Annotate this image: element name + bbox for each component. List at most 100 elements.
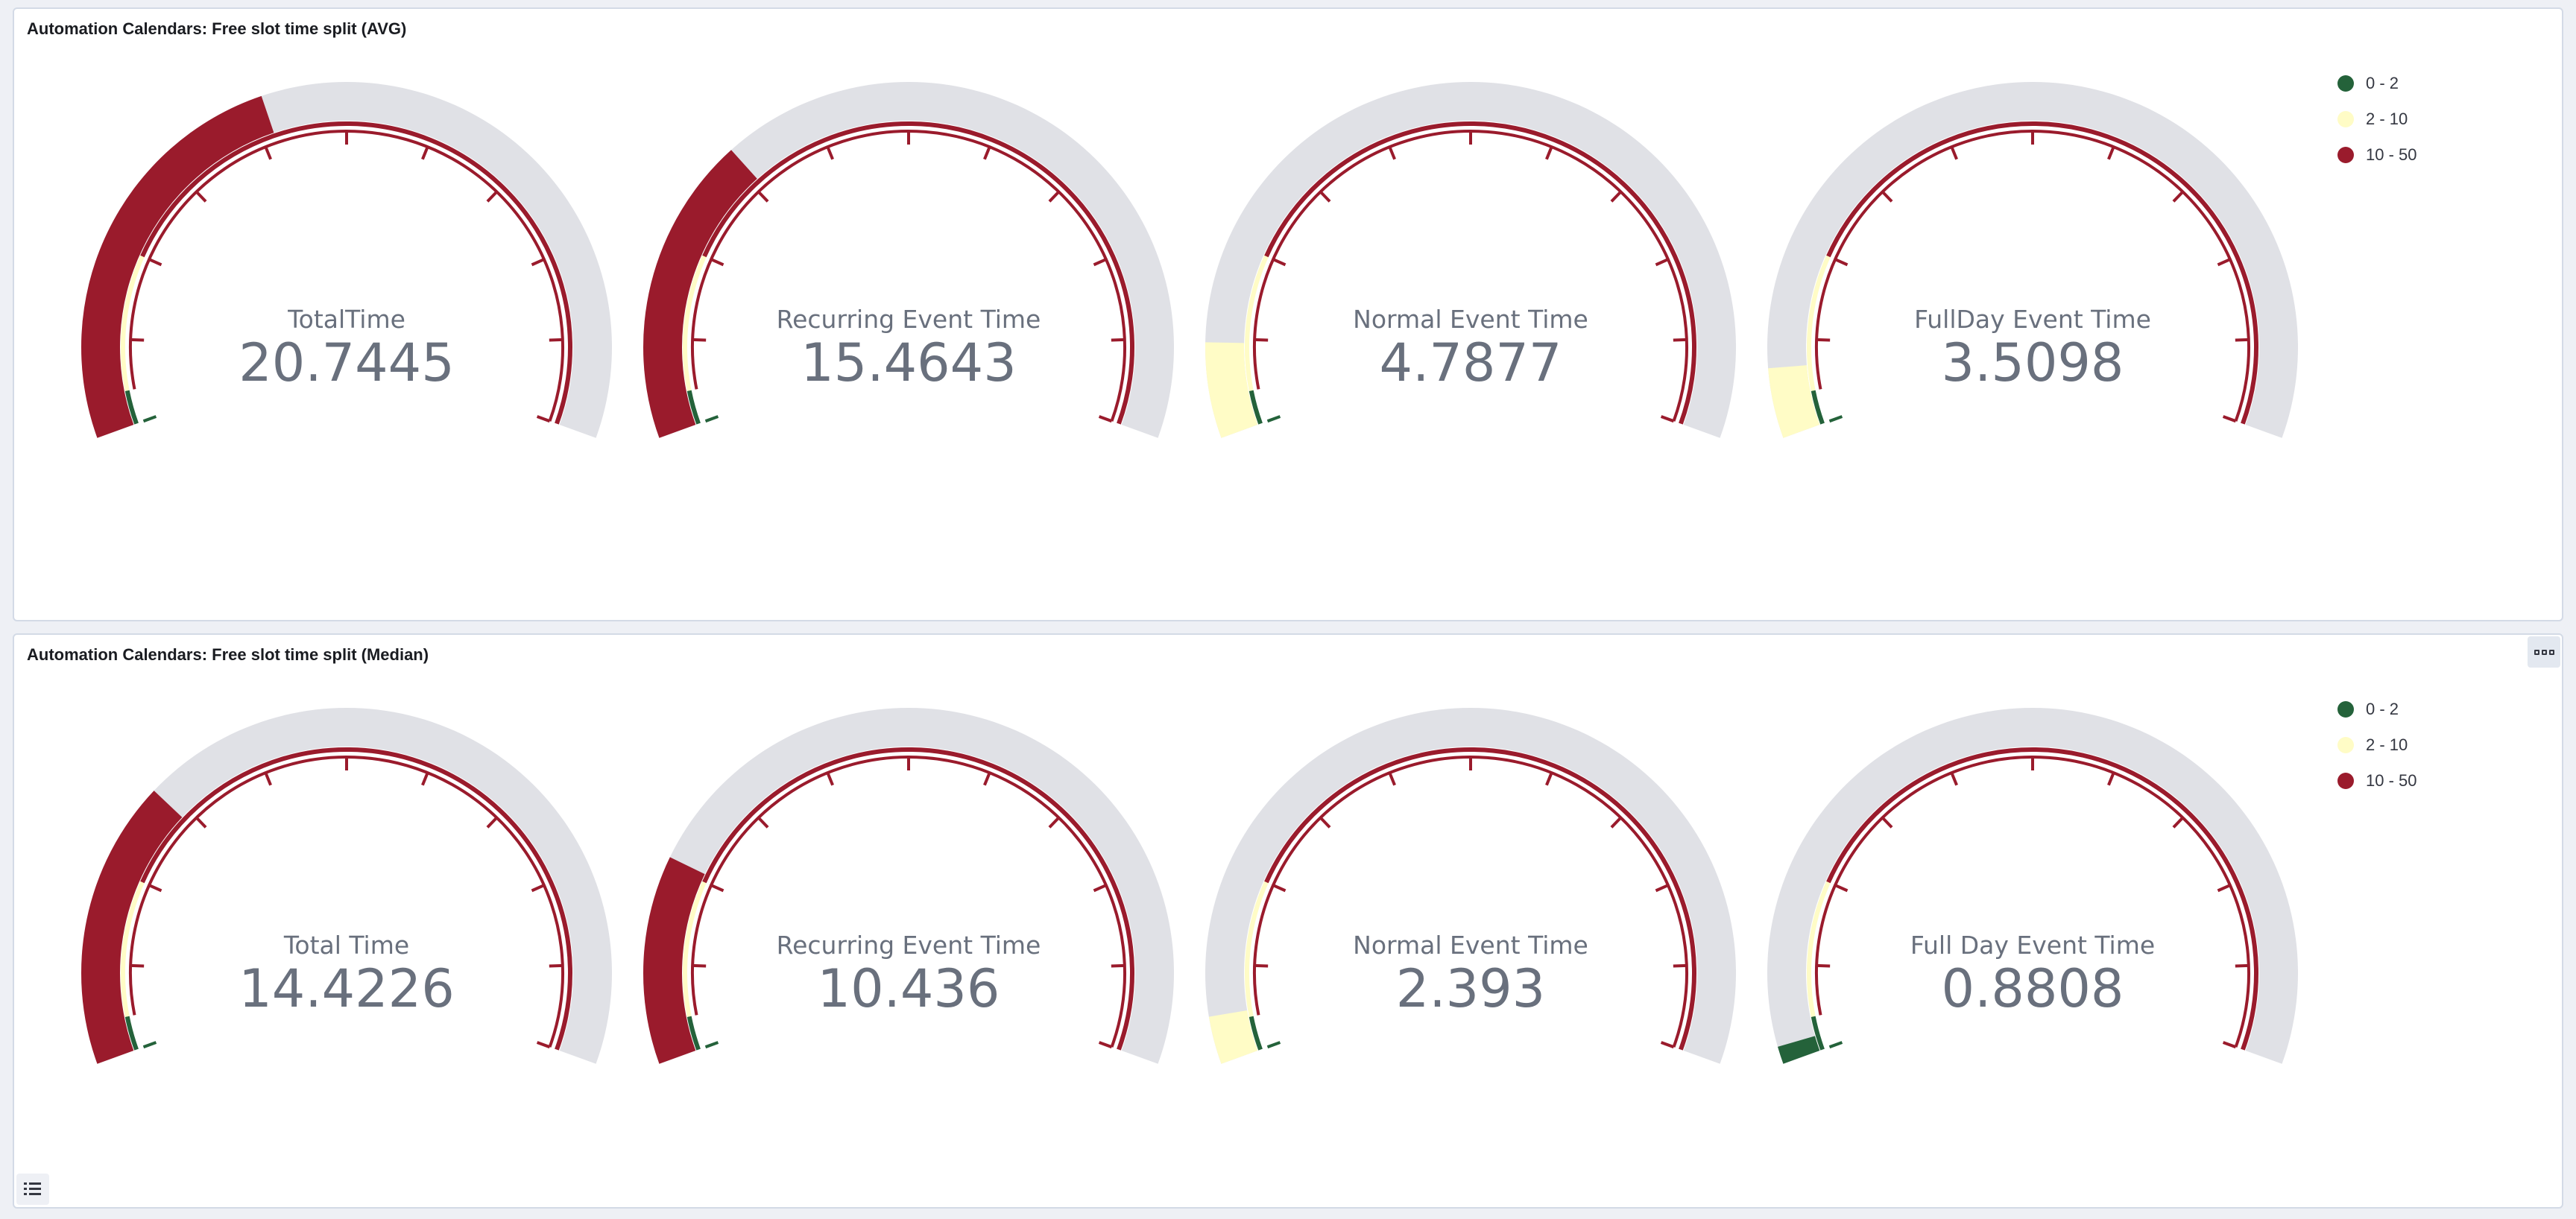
gauge-tick [757,817,769,829]
gauge: Normal Event Time2.393 [1205,707,1736,1064]
legend-label: 10 - 50 [2366,771,2417,790]
gauge-tick [1950,772,1958,786]
legend-item-10-50[interactable]: 10 - 50 [2337,763,2417,799]
gauge-value-arc [643,857,705,1064]
gauge-tick [1610,191,1622,203]
gauge-tick [2217,258,2231,267]
dot-icon [2548,649,2554,655]
gauge-tick [549,338,563,342]
gauge: Normal Event Time4.7877 [1205,81,1736,438]
gauge: Recurring Event Time10.436 [643,707,1174,1064]
gauge-tick [264,146,272,160]
gauge-tick [2217,884,2231,893]
gauge-tick [1388,772,1396,786]
gauge-tick [195,817,207,829]
gauge-tick [1828,1041,1843,1049]
gauge-tick [710,258,724,267]
gauge-tick [826,772,834,786]
gauge-tick [704,415,719,423]
gauge-tick [264,772,272,786]
gauge-tick [421,146,429,160]
legend-label: 0 - 2 [2366,700,2399,718]
gauge-tick [142,415,157,423]
gauge-tick [1098,415,1113,423]
gauge-tick [531,258,545,267]
legend: 0 - 2 2 - 10 10 - 50 [2337,66,2417,173]
legend-dot-red [2337,773,2354,789]
legend-label: 0 - 2 [2366,74,2399,92]
gauge-chart: TotalTime20.7445Recurring Event Time15.4… [80,81,2298,438]
gauge-value: 4.7877 [1380,332,1562,393]
gauge-tick [148,258,162,267]
dot-icon [2541,649,2547,655]
gauge-label: TotalTime [287,305,405,334]
gauge-tick [1545,772,1553,786]
gauge-tick [704,1041,719,1049]
gauge-tick [1093,258,1107,267]
legend-item-10-50[interactable]: 10 - 50 [2337,137,2417,173]
list-icon [24,1182,41,1195]
gauge-tick [486,817,498,829]
gauge-label: FullDay Event Time [1914,305,2151,334]
gauge-tick [1828,415,1843,423]
gauge-value: 2.393 [1396,958,1545,1019]
gauge-tick [142,1041,157,1049]
gauge-value: 10.436 [818,958,1000,1019]
legend-item-0-2[interactable]: 0 - 2 [2337,66,2417,101]
gauge-tick [1319,817,1331,829]
legend-dot-green [2337,701,2354,718]
gauge-tick [1048,191,1060,203]
gauge-tick [486,191,498,203]
gauge-tick [1881,191,1893,203]
gauge-tick [710,884,724,893]
gauge: Total Time14.4226 [80,707,612,1064]
gauge-tick [757,191,769,203]
gauge-value: 20.7445 [239,332,454,393]
gauge: Full Day Event Time0.8808 [1767,707,2298,1064]
gauge-label: Recurring Event Time [777,931,1041,960]
legend-item-2-10[interactable]: 2 - 10 [2337,101,2417,137]
gauge-label: Normal Event Time [1353,305,1588,334]
gauge-tick [130,338,145,342]
gauge-value-arc [81,791,183,1064]
gauge-tick [536,415,551,423]
legend-label: 2 - 10 [2366,735,2408,754]
gauge-tick [148,884,162,893]
gauge-value: 0.8808 [1942,958,2124,1019]
gauge-tick [1272,258,1287,267]
gauge-tick [1111,338,1125,342]
gauge-tick [983,772,991,786]
gauge-tick [421,772,429,786]
gauge-tick [1272,884,1287,893]
legend-item-0-2[interactable]: 0 - 2 [2337,691,2417,727]
gauge-tick [1610,817,1622,829]
panel-median: Automation Calendars: Free slot time spl… [13,633,2563,1209]
panel-options-button[interactable] [2528,636,2560,668]
legend-toggle-button[interactable] [16,1174,49,1205]
gauge-tick [1834,258,1849,267]
gauge-tick [1660,415,1675,423]
legend-dot-green [2337,75,2354,92]
gauge-tick [1048,817,1060,829]
gauge-tick [1834,884,1849,893]
gauge-tick [2107,772,2115,786]
gauge-tick [1655,258,1669,267]
gauge: Recurring Event Time15.4643 [643,81,1174,438]
gauge-tick [2107,146,2115,160]
gauge-tick [826,146,834,160]
gauge-tick [1816,338,1831,342]
gauge-tick [1319,191,1331,203]
gauge-tick [1266,1041,1281,1049]
legend-dot-red [2337,147,2354,163]
legend-dot-yellow [2337,111,2354,127]
panel-title: Automation Calendars: Free slot time spl… [27,19,407,38]
dot-icon [2534,649,2539,655]
gauge: TotalTime20.7445 [80,81,612,438]
legend: 0 - 2 2 - 10 10 - 50 [2337,691,2417,799]
gauge-tick [1093,884,1107,893]
gauge-tick [1266,415,1281,423]
legend-item-2-10[interactable]: 2 - 10 [2337,727,2417,763]
gauge: FullDay Event Time3.5098 [1767,81,2298,438]
gauge-tick [1655,884,1669,893]
gauge-tick [1881,817,1893,829]
